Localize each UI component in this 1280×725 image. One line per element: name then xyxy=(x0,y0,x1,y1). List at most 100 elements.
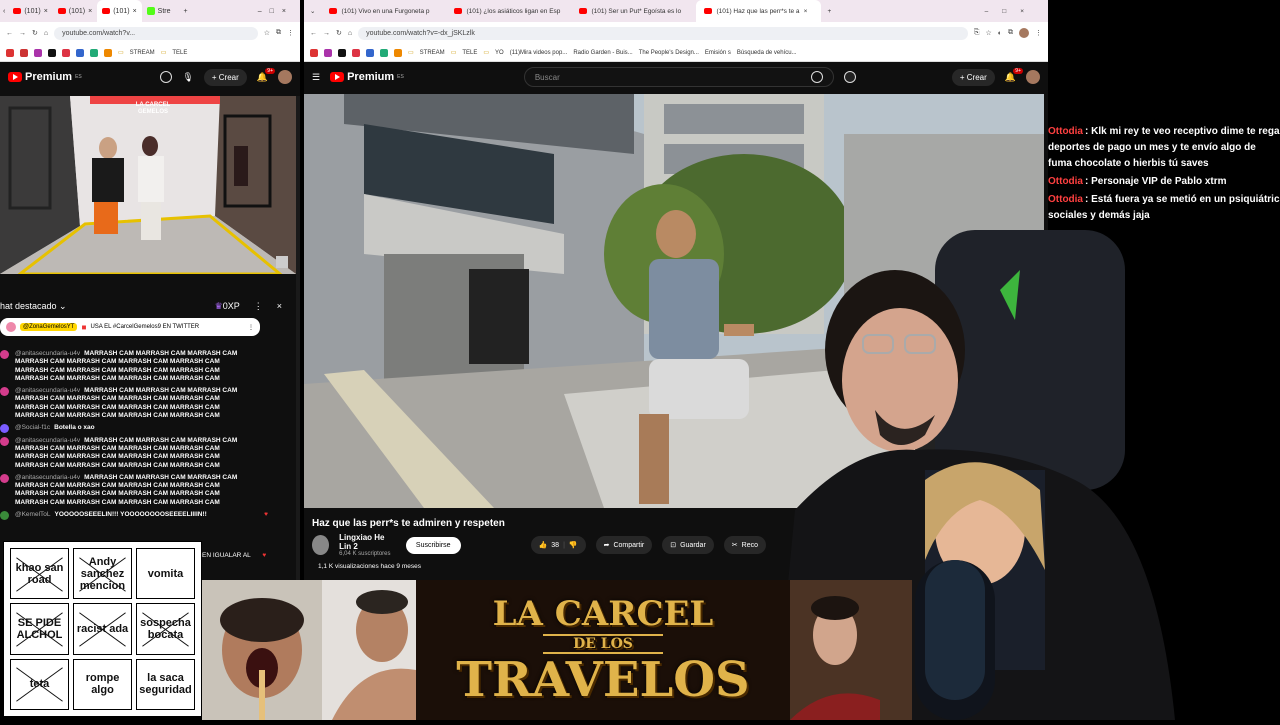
close-icon[interactable]: × xyxy=(133,8,137,15)
tiktok-icon[interactable] xyxy=(338,48,346,57)
bell-icon[interactable]: 🔔 9+ xyxy=(1005,67,1023,83)
avatar[interactable] xyxy=(1019,28,1029,38)
bookmark-stream[interactable]: STREAM xyxy=(130,50,155,56)
bookmark-item[interactable]: Búsqueda de vehícu... xyxy=(737,50,797,56)
bookmark-icon[interactable] xyxy=(34,48,42,57)
search-icon[interactable] xyxy=(160,71,173,83)
new-tab-icon[interactable]: + xyxy=(827,8,831,15)
like-button[interactable]: 👍 38 | 👎 xyxy=(530,536,586,554)
youtube-premium-logo[interactable]: Premium ES xyxy=(330,71,404,83)
window-controls[interactable]: –□× xyxy=(985,8,1048,15)
tab-search-icon[interactable]: ⌄ xyxy=(304,7,321,15)
mic-icon[interactable] xyxy=(843,71,856,83)
bookmark-icon[interactable] xyxy=(394,48,402,57)
search-input[interactable]: Buscar xyxy=(523,67,834,87)
install-icon[interactable]: ⎘ xyxy=(974,29,980,37)
avatar[interactable] xyxy=(278,70,292,84)
heart-icon[interactable]: ♥ xyxy=(262,552,266,559)
bookmark-icon[interactable] xyxy=(324,48,332,57)
bookmark-icon[interactable] xyxy=(6,48,14,57)
tab-title: (101) Ser un Put* Egoísta es lo xyxy=(591,7,682,15)
bookmark-stream[interactable]: STREAM xyxy=(420,50,445,56)
bookmark-icon[interactable] xyxy=(90,48,98,57)
menu-icon[interactable]: ⋮ xyxy=(1035,29,1042,37)
right-tab-3[interactable]: (101) Ser un Put* Egoísta es lo xyxy=(571,0,696,22)
tiktok-icon[interactable] xyxy=(48,48,56,57)
chat-mode-dropdown[interactable]: hat destacado ⌄ xyxy=(0,301,67,312)
menu-icon[interactable]: ⋮ xyxy=(248,324,254,331)
left-video-player[interactable]: LA CARCEL GEMELOS xyxy=(0,96,296,274)
home-icon[interactable]: ⌂ xyxy=(44,30,48,37)
bookmark-item[interactable]: Radio Garden - Buis... xyxy=(573,50,632,56)
bookmark-icon[interactable] xyxy=(20,48,28,57)
extensions-icon[interactable]: ⧉ xyxy=(1008,29,1013,37)
close-icon[interactable]: × xyxy=(88,8,92,15)
bookmark-item[interactable]: The People's Design... xyxy=(639,50,699,56)
menu-icon[interactable]: ⋮ xyxy=(287,29,294,37)
bookmark-icon[interactable] xyxy=(380,48,388,57)
mic-icon[interactable]: 🎙 xyxy=(182,72,193,83)
audio-icon[interactable]: ◐ xyxy=(998,30,1002,37)
home-icon[interactable]: ⌂ xyxy=(348,30,352,37)
pinned-author: @ZonaGemelosYT xyxy=(20,323,78,331)
bookmark-icon[interactable] xyxy=(352,48,360,57)
left-tab-1[interactable]: (101) × xyxy=(8,0,52,22)
star-icon[interactable]: ☆ xyxy=(985,29,991,37)
right-tab-4[interactable]: (101) Haz que las perr*s te a × xyxy=(696,0,822,22)
close-icon[interactable]: × xyxy=(804,8,808,15)
share-button[interactable]: ➦ Compartir xyxy=(595,536,653,554)
url-input[interactable]: youtube.com/watch?v=-dx_jSKLzlk xyxy=(358,26,968,40)
chat-ticker: EN IGUALAR AL ♥ xyxy=(202,552,266,559)
left-tab-3[interactable]: (101) × xyxy=(97,0,142,22)
channel-name[interactable]: Lingxiao He Lin 2 xyxy=(339,533,396,551)
points-badge[interactable]: ♛0XP xyxy=(215,301,240,312)
chat-menu-icon[interactable]: ⋮ xyxy=(254,301,263,312)
bookmark-icon[interactable] xyxy=(310,48,318,57)
create-button[interactable]: + Crear xyxy=(203,68,247,86)
back-icon[interactable]: ← xyxy=(6,30,13,37)
window-controls[interactable]: –□× xyxy=(258,8,300,15)
clip-button[interactable]: ✂ Reco xyxy=(723,536,766,554)
bingo-cell: SE PIDE ALCHOL xyxy=(10,603,69,655)
tab-scroll-icon[interactable]: ‹ xyxy=(0,8,8,15)
new-tab-icon[interactable]: + xyxy=(184,8,188,15)
bookmark-icon[interactable] xyxy=(62,48,70,57)
bell-icon[interactable]: 🔔 9+ xyxy=(257,67,275,83)
subscribe-button[interactable]: Suscribirse xyxy=(405,536,461,554)
close-icon[interactable]: × xyxy=(44,8,48,15)
bookmark-yo[interactable]: YO xyxy=(495,50,504,56)
hamburger-menu-icon[interactable]: ☰ xyxy=(312,72,320,83)
channel-avatar[interactable] xyxy=(312,535,330,555)
bookmark-tele[interactable]: TELE xyxy=(172,50,187,56)
close-icon[interactable]: × xyxy=(277,301,282,311)
bookmark-item[interactable]: (11)Mira videos pop... xyxy=(510,50,568,56)
pinned-message[interactable]: @ZonaGemelosYT ◼ USA EL #CarcelGemelos9 … xyxy=(0,318,260,336)
thumbs-down-icon[interactable]: 👎 xyxy=(569,541,578,549)
back-icon[interactable]: ← xyxy=(310,30,317,37)
right-tab-2[interactable]: (101) ¿los asiáticos ligan en Esp xyxy=(446,0,571,22)
avatar[interactable] xyxy=(1026,70,1040,84)
url-input[interactable]: youtube.com/watch?v... xyxy=(54,26,258,40)
youtube-icon xyxy=(57,8,66,14)
scrollbar[interactable] xyxy=(296,96,300,580)
star-icon[interactable]: ☆ xyxy=(264,29,270,37)
bookmark-tele[interactable]: TELE xyxy=(462,50,477,56)
create-button[interactable]: + Crear xyxy=(951,68,995,86)
extensions-icon[interactable]: ⧉ xyxy=(276,29,281,37)
left-tab-2[interactable]: (101) × xyxy=(53,0,97,22)
bookmark-icon[interactable] xyxy=(104,48,112,57)
bookmark-icon[interactable] xyxy=(76,48,84,57)
forward-icon[interactable]: → xyxy=(323,30,330,37)
right-tab-1[interactable]: (101) Vivo en una Furgoneta p xyxy=(321,0,446,22)
youtube-premium-logo[interactable]: Premium ES xyxy=(8,71,82,83)
save-button[interactable]: ⊡ Guardar xyxy=(662,536,714,554)
left-tab-4[interactable]: Stre xyxy=(142,0,176,22)
search-icon[interactable] xyxy=(810,71,823,83)
left-video-frame xyxy=(0,96,296,274)
bookmark-item[interactable]: Emisión s xyxy=(705,50,731,56)
youtube-icon xyxy=(329,8,338,14)
forward-icon[interactable]: → xyxy=(19,30,26,37)
reload-icon[interactable]: ↻ xyxy=(336,29,342,37)
bookmark-icon[interactable] xyxy=(366,48,374,57)
reload-icon[interactable]: ↻ xyxy=(32,29,38,37)
